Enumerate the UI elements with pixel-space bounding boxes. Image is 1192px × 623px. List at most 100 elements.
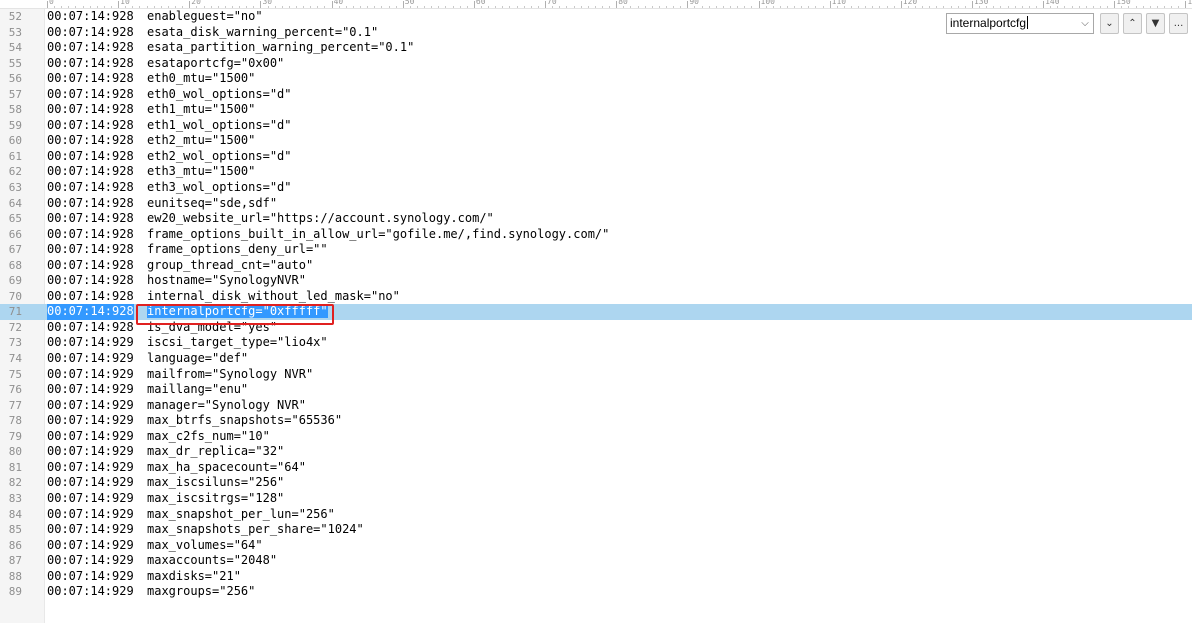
log-line[interactable]: 77 00:07:14:929 manager="Synology NVR" <box>0 398 1192 414</box>
log-line[interactable]: 65 00:07:14:928 ew20_website_url="https://… <box>0 211 1192 227</box>
ruler-tick <box>1007 6 1009 8</box>
log-timestamp: 00:07:14:928 <box>47 9 134 23</box>
more-options-button[interactable]: ... <box>1169 13 1188 34</box>
log-entry-text: language="def" <box>147 351 249 366</box>
log-line[interactable]: 85 00:07:14:929 max_snapshots_per_share="1… <box>0 522 1192 538</box>
log-line[interactable]: 84 00:07:14:929 max_snapshot_per_lun="256" <box>0 507 1192 523</box>
log-timestamp: 00:07:14:928 <box>47 86 134 101</box>
ruler-tick <box>111 6 113 8</box>
log-line[interactable]: 73 00:07:14:929 iscsi_target_type="lio4x" <box>0 335 1192 351</box>
log-line[interactable]: 81 00:07:14:929 max_ha_spacecount="64" <box>0 460 1192 476</box>
log-line[interactable]: 75 00:07:14:929 mailfrom="Synology NVR" <box>0 367 1192 383</box>
log-line[interactable]: 58 00:07:14:928 eth1_mtu="1500" <box>0 102 1192 118</box>
log-line[interactable]: 56 00:07:14:928 eth0_mtu="1500" <box>0 71 1192 87</box>
log-timestamp: 00:07:14:929 <box>47 475 134 490</box>
ruler-tick <box>993 6 995 8</box>
ruler-tick <box>167 6 169 8</box>
filter-button[interactable]: ▼ <box>1146 13 1165 34</box>
log-timestamp: 00:07:14:928 <box>47 133 134 148</box>
log-line[interactable]: 68 00:07:14:928 group_thread_cnt="auto" <box>0 258 1192 274</box>
log-line[interactable]: 79 00:07:14:929 max_c2fs_num="10" <box>0 429 1192 445</box>
ruler-tick <box>68 6 70 8</box>
ruler-tick <box>616 1 618 8</box>
ruler-tick <box>893 6 895 8</box>
ruler-tick <box>1100 6 1102 8</box>
log-timestamp: 00:07:14:928 <box>47 164 134 179</box>
ruler-tick <box>1114 1 1116 8</box>
ruler-tick <box>61 6 63 8</box>
log-timestamp: 00:07:14:929 <box>47 568 134 583</box>
ruler-tick <box>971 1 973 8</box>
log-line[interactable]: 67 00:07:14:928 frame_options_deny_url="" <box>0 242 1192 258</box>
log-line[interactable]: 62 00:07:14:928 eth3_mtu="1500" <box>0 164 1192 180</box>
line-number: 53 <box>8 25 22 39</box>
ruler-tick <box>1085 6 1087 8</box>
log-entry-text: internal_disk_without_led_mask="no" <box>147 288 400 303</box>
log-line[interactable]: 66 00:07:14:928 frame_options_built_in_all… <box>0 227 1192 243</box>
ruler-tick <box>580 6 582 8</box>
ruler-tick <box>858 6 860 8</box>
ruler-tick <box>929 6 931 8</box>
log-entry-text: eth1_wol_options="d" <box>147 117 292 132</box>
log-line[interactable]: 63 00:07:14:928 eth3_wol_options="d" <box>0 180 1192 196</box>
chevron-down-icon[interactable]: ⌵ <box>1078 16 1092 31</box>
ruler-tick <box>915 6 917 8</box>
ruler-tick <box>808 6 810 8</box>
log-line[interactable]: 61 00:07:14:928 eth2_wol_options="d" <box>0 149 1192 165</box>
log-line[interactable]: 88 00:07:14:929 maxdisks="21" <box>0 569 1192 585</box>
ruler-tick <box>175 6 177 8</box>
find-previous-button[interactable]: ⌃ <box>1123 13 1142 34</box>
log-line[interactable]: 87 00:07:14:929 maxaccounts="2048" <box>0 553 1192 569</box>
ruler-tick <box>1050 6 1052 8</box>
ruler-tick <box>54 6 56 8</box>
log-entry-text: frame_options_deny_url="" <box>147 242 328 257</box>
log-line[interactable]: 74 00:07:14:929 language="def" <box>0 351 1192 367</box>
ruler-tick <box>922 6 924 8</box>
line-number: 87 <box>8 554 22 568</box>
line-number: 62 <box>8 165 22 179</box>
ruler-tick <box>886 6 888 8</box>
log-line[interactable]: 60 00:07:14:928 eth2_mtu="1500" <box>0 133 1192 149</box>
find-next-button[interactable]: ⌄ <box>1100 13 1119 34</box>
log-line[interactable]: 54 00:07:14:928 esata_partition_warning_pe… <box>0 40 1192 56</box>
log-line[interactable]: 78 00:07:14:929 max_btrfs_snapshots="65536… <box>0 413 1192 429</box>
find-search-input[interactable]: internalportcfg ⌵ <box>946 13 1094 34</box>
log-line[interactable]: 57 00:07:14:928 eth0_wol_options="d" <box>0 87 1192 103</box>
ruler-label: 160 <box>1187 0 1192 6</box>
ruler-tick <box>182 6 184 8</box>
log-entry-text: max_dr_replica="32" <box>147 444 285 459</box>
log-line[interactable]: 76 00:07:14:929 maillang="enu" <box>0 382 1192 398</box>
log-line[interactable]: 69 00:07:14:928 hostname="SynologyNVR" <box>0 273 1192 289</box>
log-line[interactable]: 64 00:07:14:928 eunitseq="sde,sdf" <box>0 196 1192 212</box>
log-entry-text: group_thread_cnt="auto" <box>147 257 314 272</box>
ruler-tick <box>801 6 803 8</box>
log-line[interactable]: 82 00:07:14:929 max_iscsiluns="256" <box>0 475 1192 491</box>
line-number: 69 <box>8 274 22 288</box>
log-line[interactable]: 83 00:07:14:929 max_iscsitrgs="128" <box>0 491 1192 507</box>
log-entry-text: max_snapshots_per_share="1024" <box>147 522 364 537</box>
log-entry-text: maxgroups="256" <box>147 584 256 599</box>
ruler-tick <box>409 6 411 8</box>
ruler-tick <box>296 6 298 8</box>
log-line[interactable]: 89 00:07:14:929 maxgroups="256" <box>0 584 1192 600</box>
log-timestamp: 00:07:14:928 <box>47 102 134 117</box>
ruler-tick <box>303 6 305 8</box>
ruler-tick <box>139 6 141 8</box>
log-timestamp: 00:07:14:929 <box>47 444 134 459</box>
log-entry-text: esataportcfg="0x00" <box>147 55 285 70</box>
ruler-tick <box>950 6 952 8</box>
log-timestamp: 00:07:14:929 <box>47 537 134 552</box>
ruler-tick <box>367 6 369 8</box>
ruler-tick <box>1107 6 1109 8</box>
log-line[interactable]: 59 00:07:14:928 eth1_wol_options="d" <box>0 118 1192 134</box>
line-number: 71 <box>8 305 22 319</box>
log-line[interactable]: 80 00:07:14:929 max_dr_replica="32" <box>0 444 1192 460</box>
ruler-tick <box>907 6 909 8</box>
log-line[interactable]: 86 00:07:14:929 max_volumes="64" <box>0 538 1192 554</box>
log-entry-text: frame_options_built_in_allow_url="gofile… <box>147 226 610 241</box>
log-line[interactable]: 55 00:07:14:928 esataportcfg="0x00" <box>0 56 1192 72</box>
ruler-tick <box>730 6 732 8</box>
log-line[interactable]: 70 00:07:14:928 internal_disk_without_led_… <box>0 289 1192 305</box>
ruler-tick <box>979 6 981 8</box>
ruler-tick <box>189 1 191 8</box>
